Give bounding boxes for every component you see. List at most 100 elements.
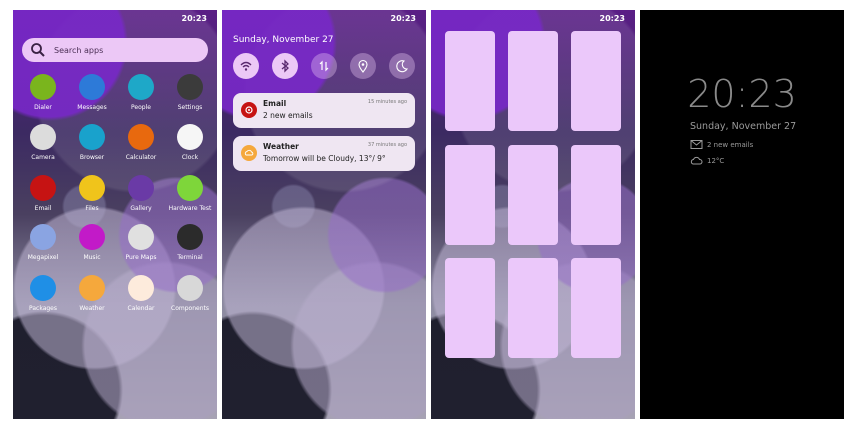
email-notification[interactable]: Email 15 minutes ago 2 new emails — [233, 93, 415, 128]
app-label: Dialer — [34, 104, 52, 111]
app-dialer[interactable]: Dialer — [19, 74, 67, 112]
task-card[interactable] — [508, 31, 558, 131]
app-clock[interactable]: Clock — [166, 124, 214, 162]
megapixel-app-icon — [30, 224, 56, 250]
app-email[interactable]: Email — [19, 175, 67, 213]
notification-screen: 20:23 Sunday, November 27 Email 15 minut… — [222, 10, 426, 419]
mobile-data-toggle[interactable] — [311, 53, 337, 79]
lockscreen-date: Sunday, November 27 — [690, 121, 797, 132]
notification-body: Tomorrow will be Cloudy, 13°/ 9° — [263, 154, 386, 163]
task-card[interactable] — [508, 145, 558, 245]
app-megapixel[interactable]: Megapixel — [19, 224, 67, 262]
task-card[interactable] — [571, 258, 621, 358]
lockscreen-weather-row: 12°C — [690, 155, 724, 166]
wifi-toggle[interactable] — [233, 53, 259, 79]
hardware-test-app-icon — [177, 175, 203, 201]
app-terminal[interactable]: Terminal — [166, 224, 214, 262]
app-messages[interactable]: Messages — [68, 74, 116, 112]
app-label: Calendar — [127, 305, 155, 312]
app-label: People — [131, 104, 151, 111]
gallery-app-icon — [128, 175, 154, 201]
lockscreen-emails: 2 new emails — [707, 140, 754, 149]
task-card[interactable] — [571, 145, 621, 245]
settings-app-icon — [177, 74, 203, 100]
calendar-app-icon — [128, 275, 154, 301]
lockscreen-temperature: 12°C — [707, 156, 725, 165]
status-time: 20:23 — [599, 14, 625, 23]
status-time: 20:23 — [390, 14, 416, 23]
terminal-app-icon — [177, 224, 203, 250]
app-label: Components — [171, 305, 209, 312]
app-calendar[interactable]: Calendar — [117, 275, 165, 313]
search-bar[interactable]: Search apps — [22, 38, 208, 62]
app-components[interactable]: Components — [166, 275, 214, 313]
notification-body: 2 new emails — [263, 111, 313, 120]
app-launcher-screen: 20:23 Search apps Dialer Messages People Se… — [13, 10, 217, 419]
weather-app-icon — [241, 145, 257, 161]
lock-screen: 20:23 Sunday, November 27 2 new emails 1… — [640, 10, 844, 419]
browser-app-icon — [79, 124, 105, 150]
app-label: Weather — [79, 305, 105, 312]
people-app-icon — [128, 74, 154, 100]
app-camera[interactable]: Camera — [19, 124, 67, 162]
weather-app-icon — [79, 275, 105, 301]
date-label: Sunday, November 27 — [233, 35, 334, 45]
app-weather[interactable]: Weather — [68, 275, 116, 313]
bluetooth-toggle[interactable] — [272, 53, 298, 79]
app-label: Browser — [79, 154, 105, 161]
app-packages[interactable]: Packages — [19, 275, 67, 313]
task-card[interactable] — [445, 258, 495, 358]
app-label: Email — [34, 205, 52, 212]
task-switcher-screen: 20:23 — [431, 10, 635, 419]
pure-maps-app-icon — [128, 224, 154, 250]
location-toggle[interactable] — [350, 53, 376, 79]
music-app-icon — [79, 224, 105, 250]
task-card[interactable] — [445, 145, 495, 245]
night-mode-icon — [396, 60, 408, 73]
packages-app-icon — [30, 275, 56, 301]
search-icon — [31, 43, 45, 57]
app-label: Calculator — [125, 154, 157, 161]
app-people[interactable]: People — [117, 74, 165, 112]
app-label: Files — [85, 205, 99, 212]
app-music[interactable]: Music — [68, 224, 116, 262]
files-app-icon — [79, 175, 105, 201]
task-card[interactable] — [445, 31, 495, 131]
mail-icon — [690, 140, 703, 149]
app-browser[interactable]: Browser — [68, 124, 116, 162]
lockscreen-email-row: 2 new emails — [690, 139, 753, 150]
app-label: Camera — [31, 154, 55, 161]
task-card[interactable] — [508, 258, 558, 358]
wallpaper — [13, 10, 217, 419]
location-icon — [358, 59, 368, 73]
app-label: Hardware Test — [168, 205, 212, 212]
calculator-app-icon — [128, 124, 154, 150]
app-label: Messages — [77, 104, 107, 111]
app-label: Music — [83, 254, 101, 261]
messages-app-icon — [79, 74, 105, 100]
weather-notification[interactable]: Weather 37 minutes ago Tomorrow will be … — [233, 136, 415, 171]
lockscreen-clock: 20:23 — [687, 72, 797, 116]
night-mode-toggle[interactable] — [389, 53, 415, 79]
mobile-data-icon — [319, 60, 329, 72]
search-input[interactable]: Search apps — [54, 46, 103, 55]
notification-title: Email — [263, 99, 287, 108]
email-app-icon — [241, 102, 257, 118]
app-settings[interactable]: Settings — [166, 74, 214, 112]
app-label: Packages — [29, 305, 57, 312]
app-gallery[interactable]: Gallery — [117, 175, 165, 213]
app-label: Clock — [181, 154, 199, 161]
app-label: Terminal — [177, 254, 203, 261]
app-label: Settings — [177, 104, 203, 111]
app-label: Megapixel — [27, 254, 59, 261]
status-time: 20:23 — [181, 14, 207, 23]
app-pure-maps[interactable]: Pure Maps — [117, 224, 165, 262]
app-label: Pure Maps — [125, 254, 157, 261]
app-hardware-test[interactable]: Hardware Test — [166, 175, 214, 213]
cloud-icon — [690, 156, 703, 165]
app-files[interactable]: Files — [68, 175, 116, 213]
email-app-icon — [30, 175, 56, 201]
app-calculator[interactable]: Calculator — [117, 124, 165, 162]
task-card[interactable] — [571, 31, 621, 131]
components-app-icon — [177, 275, 203, 301]
